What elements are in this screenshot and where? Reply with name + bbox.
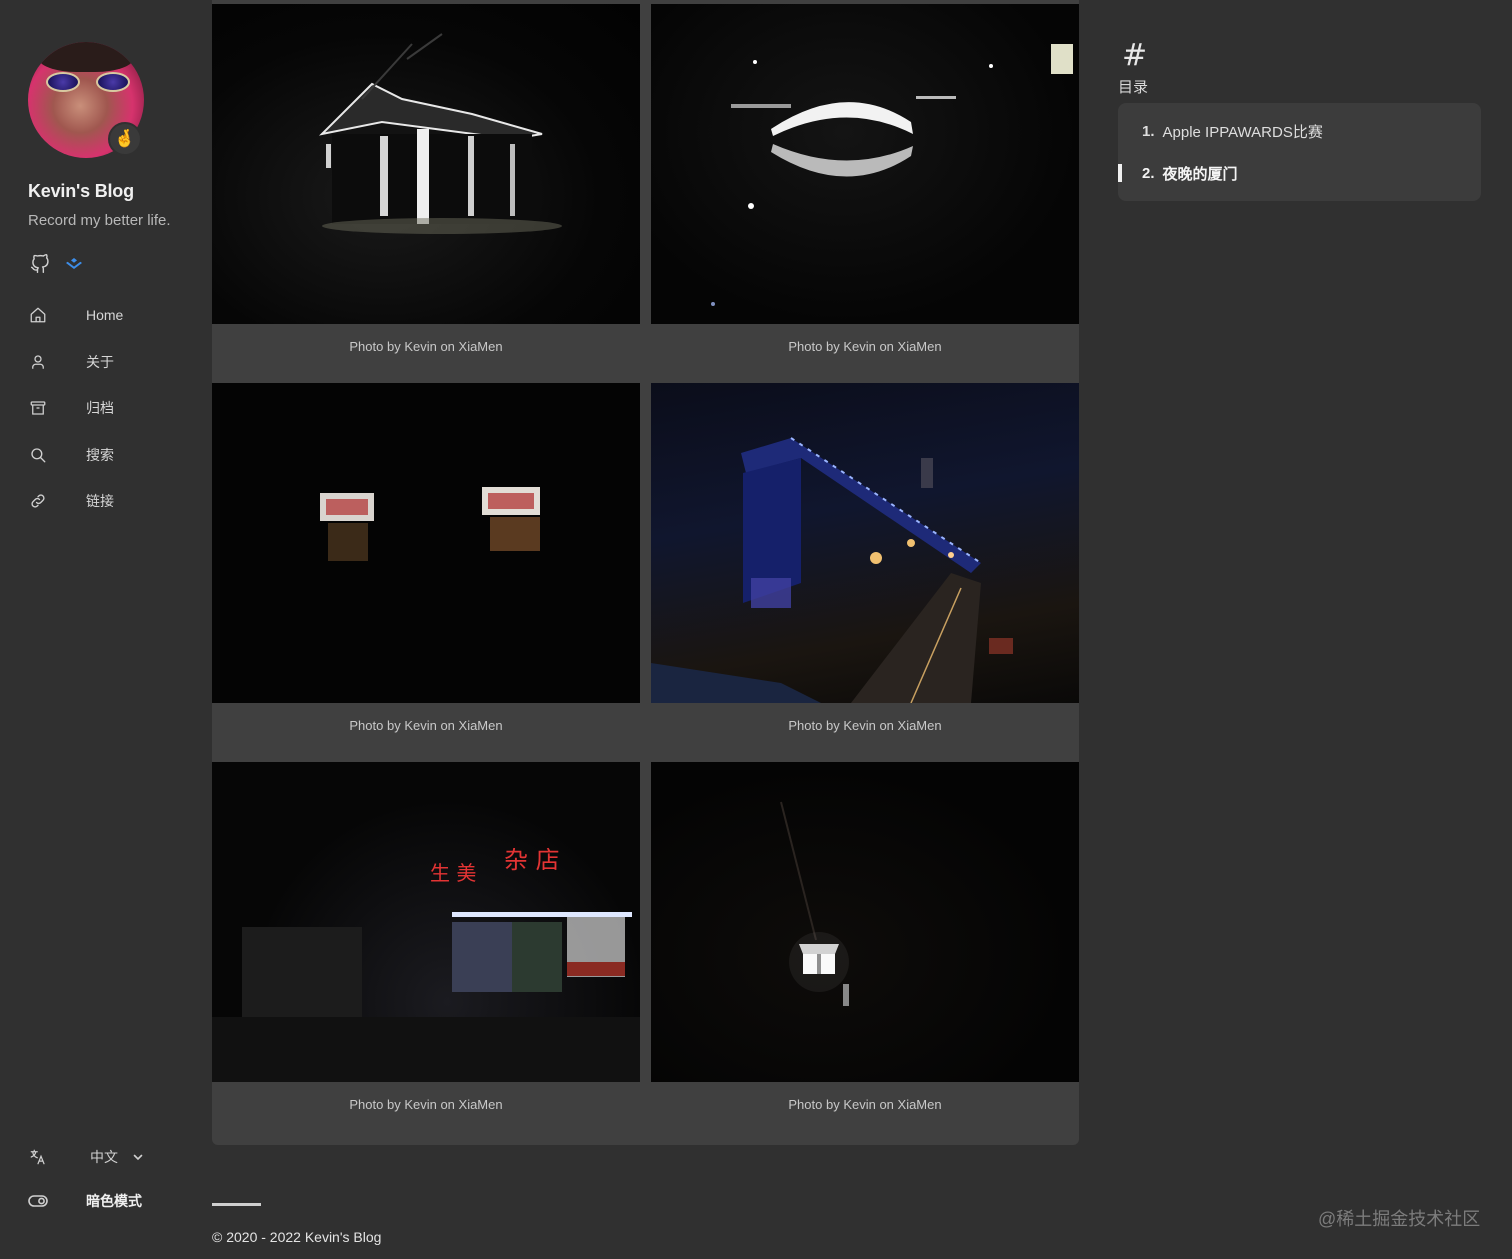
toc-item-label: Apple IPPAWARDS比赛 bbox=[1162, 124, 1323, 141]
gallery-item[interactable]: Photo by Kevin on XiaMen bbox=[651, 4, 1079, 368]
footer-divider bbox=[212, 1203, 261, 1206]
photo-bridge-reflection[interactable] bbox=[651, 4, 1079, 324]
footer-copyright: © 2020 - 2022 Kevin's Blog bbox=[212, 1229, 382, 1245]
photo-caption: Photo by Kevin on XiaMen bbox=[788, 338, 942, 354]
photo-caption: Photo by Kevin on XiaMen bbox=[349, 338, 503, 354]
sidebar: 🤞 Kevin's Blog Record my better life. Ho… bbox=[0, 0, 200, 1259]
photo-caption: Photo by Kevin on XiaMen bbox=[788, 1096, 942, 1112]
sidebar-item-label: 归档 bbox=[86, 400, 114, 417]
sidebar-item-about[interactable]: 关于 bbox=[0, 339, 200, 386]
archive-icon bbox=[28, 398, 48, 418]
avatar-hair bbox=[38, 42, 134, 72]
gallery-item[interactable]: Photo by Kevin on XiaMen bbox=[212, 383, 640, 747]
translate-icon bbox=[28, 1146, 48, 1168]
toc-title: 目录 bbox=[1118, 79, 1149, 96]
photo-caption: Photo by Kevin on XiaMen bbox=[349, 717, 503, 733]
photo-street-lamp[interactable] bbox=[651, 762, 1079, 1082]
avatar-glasses bbox=[46, 72, 130, 94]
sidebar-item-search[interactable]: 搜索 bbox=[0, 432, 200, 479]
photo-caption: Photo by Kevin on XiaMen bbox=[349, 1096, 503, 1112]
avatar-badge: 🤞 bbox=[108, 122, 142, 156]
toggle-icon[interactable] bbox=[28, 1190, 48, 1212]
chevron-down-icon[interactable] bbox=[132, 1151, 144, 1163]
sidebar-nav: Home 关于 归档 搜索 链接 bbox=[0, 292, 200, 525]
toc-item-label: 夜晚的厦门 bbox=[1162, 166, 1238, 183]
sidebar-item-home[interactable]: Home bbox=[0, 292, 200, 339]
gallery-item[interactable]: 生 美 杂 店 Photo by Kevin on XiaMen bbox=[212, 762, 640, 1126]
user-icon bbox=[28, 352, 48, 372]
search-icon bbox=[28, 445, 48, 465]
gallery-item[interactable]: Photo by Kevin on XiaMen bbox=[212, 4, 640, 368]
table-of-contents: 1. Apple IPPAWARDS比赛 2. 夜晚的厦门 bbox=[1118, 103, 1481, 201]
language-value[interactable]: 中文 bbox=[90, 1147, 118, 1167]
gallery-item[interactable]: Photo by Kevin on XiaMen bbox=[651, 762, 1079, 1126]
photo-pavilion-night[interactable] bbox=[212, 4, 640, 324]
site-subtitle: Record my better life. bbox=[28, 212, 171, 229]
language-selector[interactable]: 中文 bbox=[28, 1146, 144, 1168]
juejin-icon[interactable] bbox=[64, 254, 84, 274]
page: 🤞 Kevin's Blog Record my better life. Ho… bbox=[0, 0, 1512, 1259]
dark-mode-label: 暗色模式 bbox=[86, 1193, 142, 1209]
toc-item-1[interactable]: 1. Apple IPPAWARDS比赛 bbox=[1142, 121, 1323, 142]
photo-neon-store[interactable]: 生 美 杂 店 bbox=[212, 762, 640, 1082]
sidebar-item-label: Home bbox=[86, 307, 124, 324]
link-icon bbox=[28, 491, 48, 511]
photo-caption: Photo by Kevin on XiaMen bbox=[788, 717, 942, 733]
photo-lit-shop-windows[interactable] bbox=[212, 383, 640, 703]
toc-active-marker bbox=[1118, 164, 1122, 182]
sidebar-item-label: 链接 bbox=[86, 493, 114, 510]
photo-overpass-road[interactable] bbox=[651, 383, 1079, 703]
site-title[interactable]: Kevin's Blog bbox=[28, 181, 134, 202]
sidebar-item-label: 搜索 bbox=[86, 446, 114, 463]
home-icon bbox=[28, 305, 48, 325]
toc-item-number: 2. bbox=[1142, 165, 1155, 182]
toc-item-number: 1. bbox=[1142, 123, 1155, 140]
photo-gallery: Photo by Kevin on XiaMen Photo by Kevin … bbox=[212, 0, 1079, 1145]
github-icon[interactable] bbox=[30, 254, 50, 274]
sidebar-item-label: 关于 bbox=[86, 353, 114, 370]
social-links bbox=[30, 254, 84, 274]
sidebar-item-archive[interactable]: 归档 bbox=[0, 385, 200, 432]
dark-mode-toggle[interactable]: 暗色模式 bbox=[28, 1190, 142, 1212]
gallery-item[interactable]: Photo by Kevin on XiaMen bbox=[651, 383, 1079, 747]
toc-hash-icon: # bbox=[1122, 38, 1148, 73]
sidebar-item-links[interactable]: 链接 bbox=[0, 478, 200, 525]
svg-text:生 美: 生 美 bbox=[430, 861, 476, 885]
watermark: @稀土掘金技术社区 bbox=[1318, 1209, 1481, 1229]
toc-item-2[interactable]: 2. 夜晚的厦门 bbox=[1142, 163, 1238, 184]
svg-text:杂 店: 杂 店 bbox=[504, 846, 560, 874]
